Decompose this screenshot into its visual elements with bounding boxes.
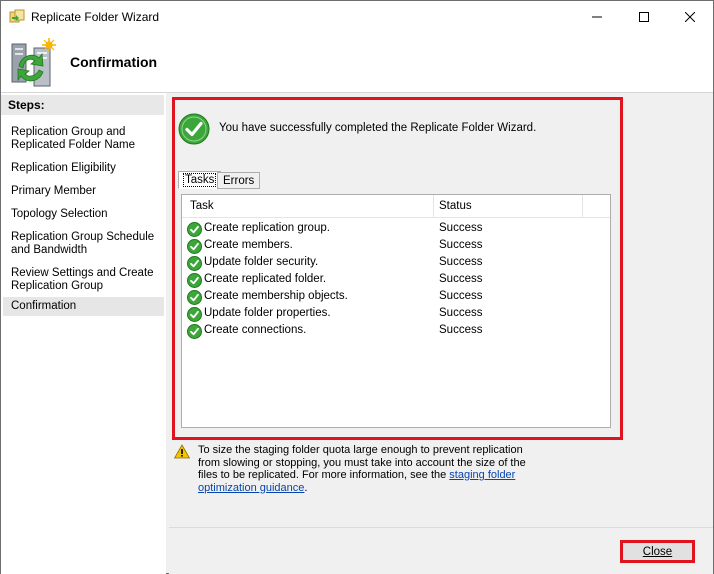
wizard-window: Replicate Folder Wizard Confirmation Ste… xyxy=(0,0,714,574)
sparkle-icon xyxy=(42,38,56,52)
replicated-folder-icon xyxy=(11,38,56,87)
maximize-icon xyxy=(639,11,649,22)
page-title: Confirmation xyxy=(70,54,158,70)
step-topology-selection[interactable]: Topology Selection xyxy=(11,208,161,221)
step-replication-eligibility[interactable]: Replication Eligibility xyxy=(11,162,161,175)
step-primary-member[interactable]: Primary Member xyxy=(11,185,161,198)
staging-warning: To size the staging folder quota large e… xyxy=(198,444,543,494)
close-icon xyxy=(685,11,695,22)
warning-suffix: . xyxy=(304,481,308,494)
replication-app-icon xyxy=(9,9,25,23)
close-button[interactable]: Close xyxy=(620,540,695,563)
maximize-button[interactable] xyxy=(621,1,667,32)
highlight-box xyxy=(172,97,623,440)
wizard-header: Confirmation xyxy=(1,32,713,93)
close-window-button[interactable] xyxy=(667,1,713,32)
minimize-icon xyxy=(592,16,602,17)
step-confirmation[interactable]: Confirmation xyxy=(3,297,164,316)
window-title: Replicate Folder Wizard xyxy=(31,10,160,24)
title-bar: Replicate Folder Wizard xyxy=(1,1,713,32)
step-schedule-bandwidth[interactable]: Replication Group Schedule and Bandwidth xyxy=(11,231,161,257)
warning-icon xyxy=(174,444,190,459)
minimize-button[interactable] xyxy=(574,1,620,32)
step-review-settings[interactable]: Review Settings and Create Replication G… xyxy=(11,267,161,293)
step-replication-group-name[interactable]: Replication Group and Replicated Folder … xyxy=(11,126,161,152)
steps-heading: Steps: xyxy=(1,95,164,115)
